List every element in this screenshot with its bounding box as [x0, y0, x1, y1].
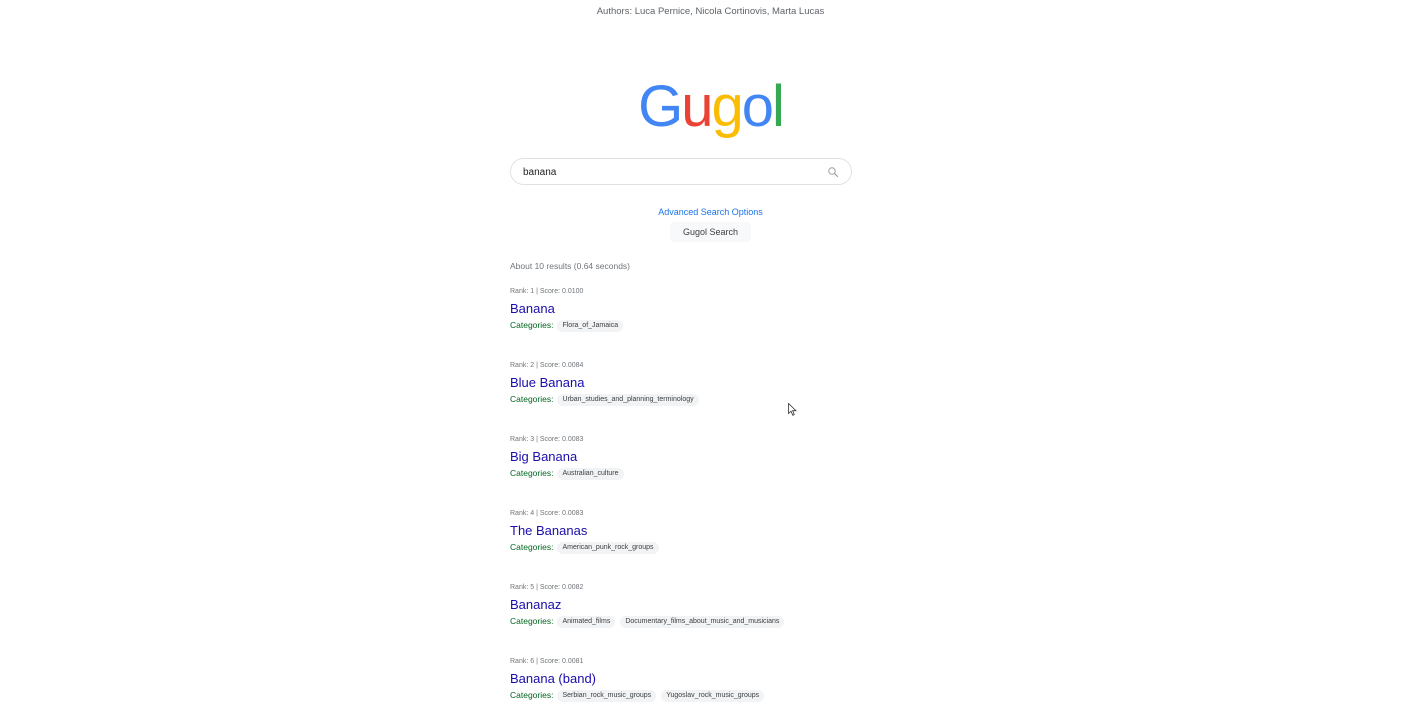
categories-label: Categories: [510, 690, 554, 700]
mouse-cursor-icon [788, 403, 797, 416]
result-rank-score: Rank: 5 | Score: 0.0082 [510, 584, 584, 591]
result-rank-score: Rank: 2 | Score: 0.0084 [510, 362, 584, 369]
result-item: Rank: 4 | Score: 0.0083 The Bananas Catego… [510, 509, 930, 583]
gugol-logo: Gugol [0, 78, 1421, 136]
category-chip[interactable]: Australian_culture [557, 467, 624, 480]
category-chip[interactable]: Documentary_films_about_music_and_musici… [620, 615, 785, 628]
result-item: Rank: 6 | Score: 0.0081 Banana (band) Cate… [510, 657, 930, 717]
result-categories: Categories: Flora_of_Jamaica [510, 319, 930, 332]
authors-line: Authors: Luca Pernice, Nicola Cortinovis… [596, 6, 825, 17]
result-title-link[interactable]: The Bananas [510, 523, 930, 539]
logo-letter: l [772, 74, 785, 139]
categories-label: Categories: [510, 616, 554, 626]
page: Authors: Luca Pernice, Nicola Cortinovis… [0, 0, 1421, 717]
logo-letter: o [741, 74, 774, 139]
search-icon[interactable] [827, 166, 839, 178]
result-rank-score: Rank: 4 | Score: 0.0083 [510, 510, 584, 517]
result-title-link[interactable]: Bananaz [510, 597, 930, 613]
gugol-search-button[interactable]: Gugol Search [669, 222, 752, 242]
result-categories: Categories: Serbian_rock_music_groups Yugo… [510, 689, 930, 702]
category-chip[interactable]: Flora_of_Jamaica [557, 319, 624, 332]
result-rank-score: Rank: 1 | Score: 0.0100 [510, 288, 584, 295]
logo-letter: G [638, 74, 683, 139]
result-categories: Categories: Animated_films Documentary_fil… [510, 615, 930, 628]
result-title-link[interactable]: Big Banana [510, 449, 930, 465]
result-title-link[interactable]: Banana [510, 301, 930, 317]
category-chip[interactable]: Animated_films [557, 615, 616, 628]
logo-letter: u [681, 74, 713, 139]
category-chip[interactable]: Serbian_rock_music_groups [557, 689, 657, 702]
result-rank-score: Rank: 6 | Score: 0.0081 [510, 658, 584, 665]
result-title-link[interactable]: Banana (band) [510, 671, 930, 687]
search-input[interactable] [523, 163, 823, 181]
results-stats: About 10 results (0.64 seconds) [510, 261, 631, 271]
category-chip[interactable]: American_punk_rock_groups [557, 541, 659, 554]
result-item: Rank: 1 | Score: 0.0100 Banana Categories:… [510, 287, 930, 361]
advanced-search-link[interactable]: Advanced Search Options [0, 207, 1421, 217]
result-item: Rank: 5 | Score: 0.0082 Bananaz Categories… [510, 583, 930, 657]
category-chip[interactable]: Urban_studies_and_planning_terminology [557, 393, 699, 406]
results-list: Rank: 1 | Score: 0.0100 Banana Categories:… [510, 287, 930, 717]
category-chip[interactable]: Yugoslav_rock_music_groups [661, 689, 765, 702]
result-item: Rank: 3 | Score: 0.0083 Big Banana Categor… [510, 435, 930, 509]
categories-label: Categories: [510, 468, 554, 478]
categories-label: Categories: [510, 542, 554, 552]
result-categories: Categories: American_punk_rock_groups [510, 541, 930, 554]
result-categories: Categories: Australian_culture [510, 467, 930, 480]
search-button-wrap: Gugol Search [0, 222, 1421, 242]
search-box[interactable] [510, 158, 852, 185]
categories-label: Categories: [510, 320, 554, 330]
result-rank-score: Rank: 3 | Score: 0.0083 [510, 436, 584, 443]
result-title-link[interactable]: Blue Banana [510, 375, 930, 391]
result-item: Rank: 2 | Score: 0.0084 Blue Banana Catego… [510, 361, 930, 435]
logo-letter: g [711, 74, 743, 139]
categories-label: Categories: [510, 394, 554, 404]
result-categories: Categories: Urban_studies_and_planning_te… [510, 393, 930, 406]
